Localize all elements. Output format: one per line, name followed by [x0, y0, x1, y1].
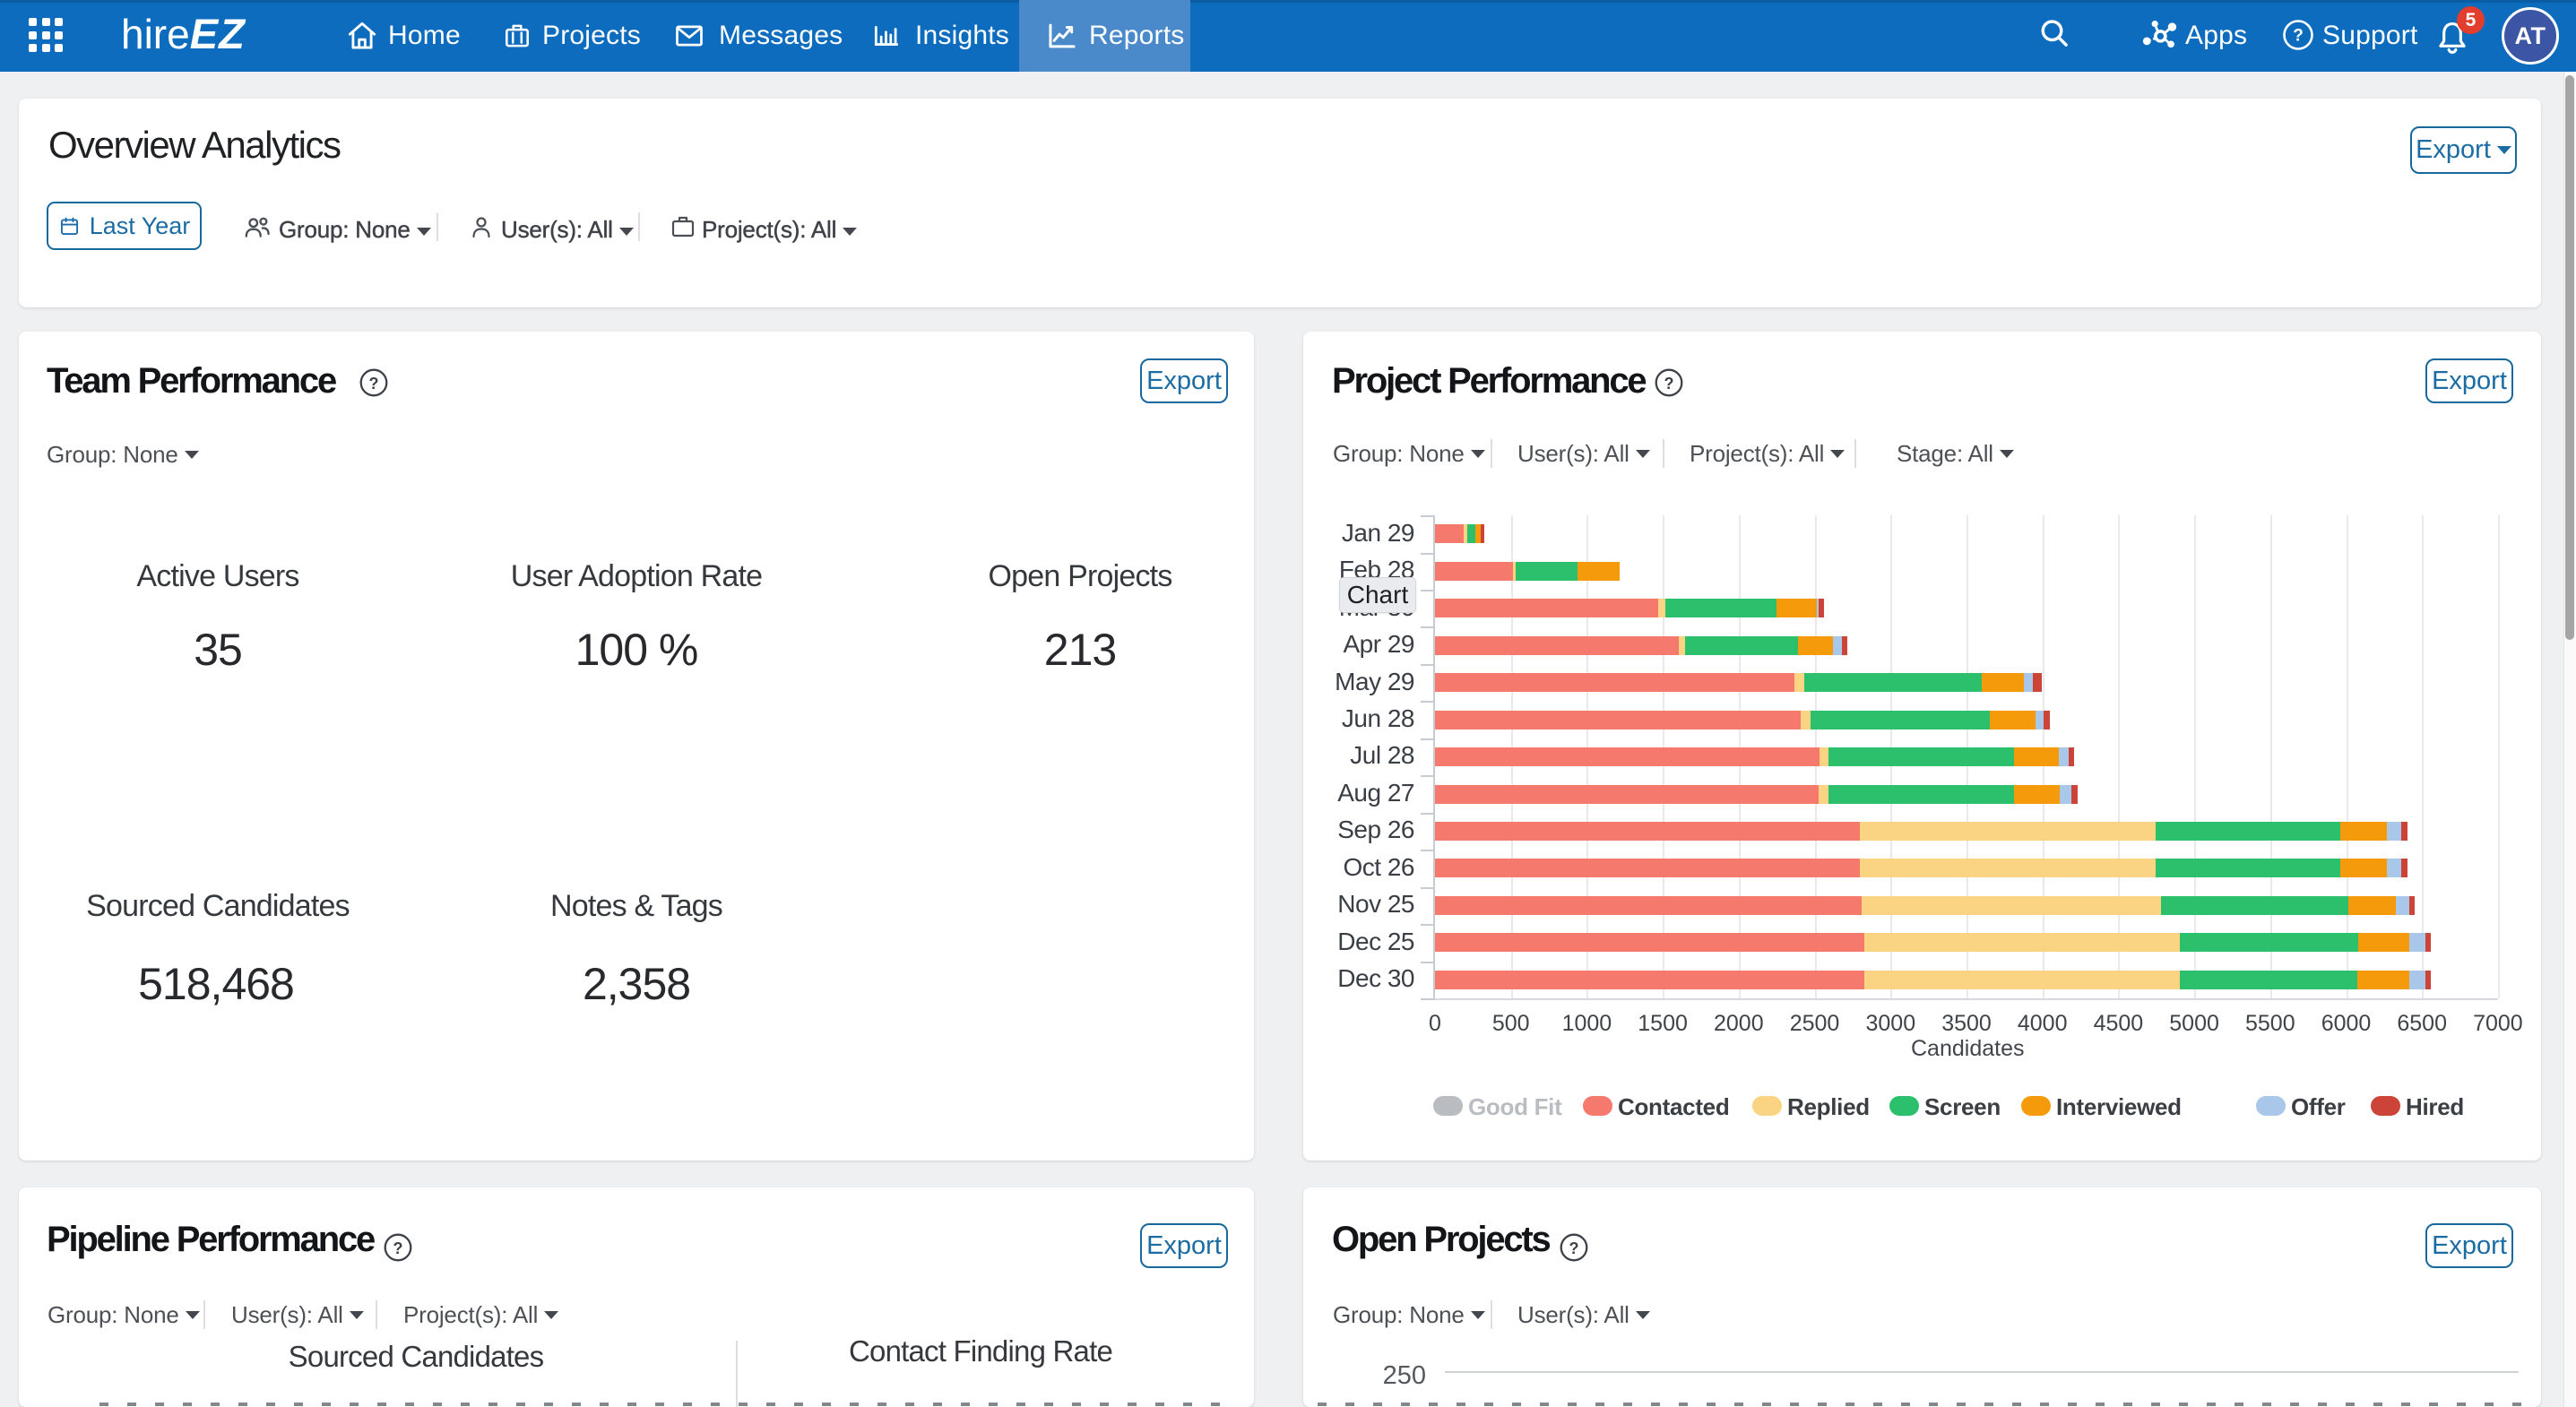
svg-text:?: ? — [1664, 375, 1674, 393]
svg-text:?: ? — [1569, 1239, 1579, 1257]
svg-text:?: ? — [369, 375, 379, 393]
svg-text:?: ? — [2293, 27, 2304, 46]
svg-text:?: ? — [393, 1239, 403, 1257]
